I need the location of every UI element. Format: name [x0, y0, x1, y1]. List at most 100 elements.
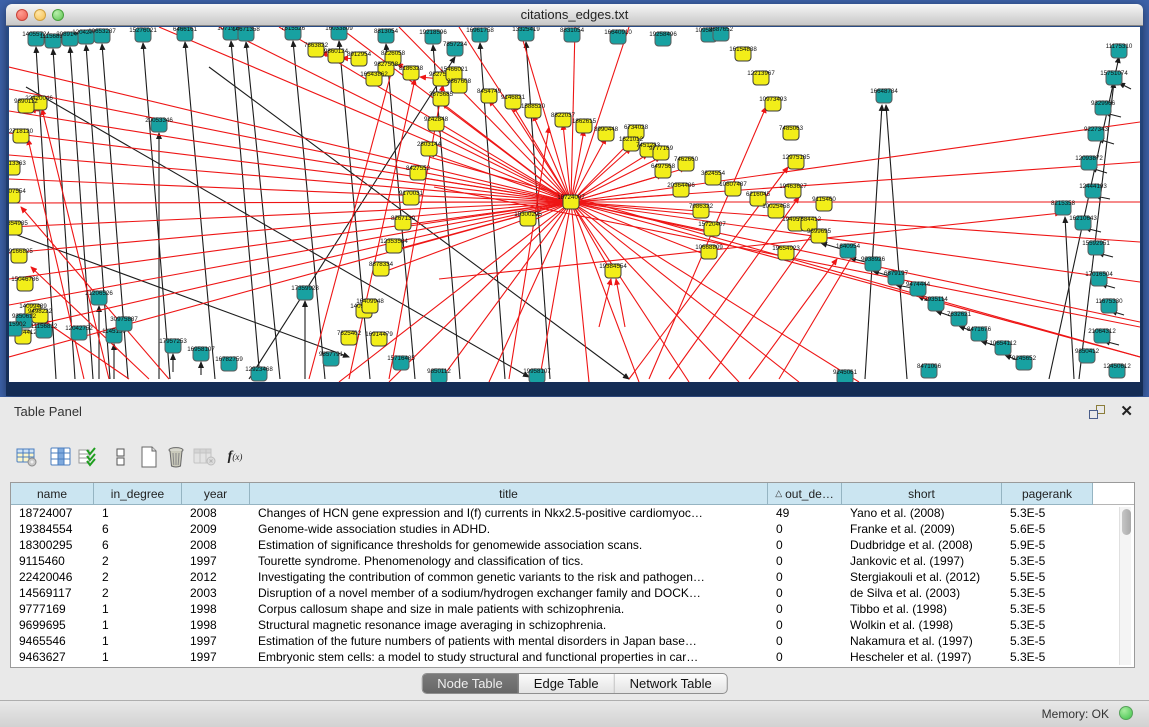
float-panel-icon[interactable] — [1089, 405, 1105, 419]
select-rows-icon[interactable] — [75, 444, 101, 470]
network-node[interactable]: 8471006 — [917, 363, 942, 378]
table-row[interactable]: 1938455462009Genome-wide association stu… — [11, 521, 1134, 537]
network-edge[interactable] — [185, 42, 215, 379]
column-selector-icon[interactable] — [48, 444, 74, 470]
network-node[interactable]: 19258496 — [649, 31, 677, 46]
table-scrollbar[interactable] — [1119, 507, 1131, 665]
network-node[interactable]: 1640954 — [836, 243, 861, 258]
network-node[interactable]: 17016504 — [1085, 271, 1113, 286]
network-node[interactable]: 16648784 — [870, 88, 898, 103]
network-edge[interactable] — [28, 139, 84, 379]
network-node[interactable]: 7986322 — [689, 203, 714, 218]
table-row[interactable]: 977716911998Corpus callosum shape and si… — [11, 601, 1134, 617]
network-edge[interactable] — [709, 227, 817, 379]
network-node[interactable]: 8454749 — [477, 88, 502, 103]
network-edge[interactable] — [231, 41, 260, 379]
citation-edge-from-hub[interactable] — [9, 179, 571, 202]
citation-edge-from-hub[interactable] — [381, 202, 571, 273]
network-edge[interactable] — [749, 259, 837, 379]
network-node[interactable]: 8878334 — [369, 261, 394, 276]
close-panel-icon[interactable]: ✕ — [1120, 402, 1133, 420]
network-node[interactable]: 13325419 — [512, 27, 540, 41]
column-header-short[interactable]: short — [842, 483, 1002, 505]
network-node[interactable]: 19166825 — [9, 248, 33, 263]
table-row[interactable]: 2242004622012Investigating the contribut… — [11, 569, 1134, 585]
network-node[interactable]: 15592951 — [1082, 240, 1110, 255]
table-row[interactable]: 1456911722003Disruption of a novel membe… — [11, 585, 1134, 601]
network-node[interactable]: 8267130 — [391, 215, 416, 230]
network-node[interactable]: 16782759 — [215, 356, 243, 371]
table-row[interactable]: 911546021997Tourette syndrome. Phenomeno… — [11, 553, 1134, 569]
network-node[interactable]: 12093872 — [1075, 155, 1103, 170]
table-row[interactable]: 1872400712008Changes of HCN gene express… — [11, 505, 1134, 521]
network-node[interactable]: 16210643 — [1069, 215, 1097, 230]
citation-edge-from-hub[interactable] — [489, 202, 571, 382]
network-node[interactable]: 9850412 — [1075, 348, 1100, 363]
citation-edge-from-hub[interactable] — [571, 202, 1140, 357]
network-node[interactable]: 1862615 — [572, 118, 597, 133]
table-row[interactable]: 946362711997Embryonic stem cells: a mode… — [11, 649, 1134, 665]
network-node[interactable]: 16154838 — [729, 46, 757, 61]
column-header-pagerank[interactable]: pagerank — [1002, 483, 1093, 505]
table-row[interactable]: 946554611997Estimation of the future num… — [11, 633, 1134, 649]
network-node[interactable]: 9227343 — [1084, 126, 1109, 141]
network-node[interactable]: 8813054 — [374, 28, 399, 43]
citation-edge-from-hub[interactable] — [571, 202, 701, 215]
network-node[interactable]: 2687652 — [709, 27, 734, 41]
citation-edge-from-hub[interactable] — [571, 194, 681, 202]
network-node[interactable]: 16958107 — [187, 346, 215, 361]
table-row[interactable]: 969969511998Structural magnetic resonanc… — [11, 617, 1134, 633]
network-node[interactable]: 1588520 — [521, 103, 546, 118]
network-node[interactable]: 17359928 — [291, 285, 319, 300]
table-settings-icon[interactable] — [14, 444, 40, 470]
network-node[interactable]: 9857791 — [319, 351, 344, 366]
network-edge[interactable] — [246, 42, 280, 379]
network-node[interactable]: 18107554 — [9, 188, 26, 203]
network-node[interactable]: 19384554 — [599, 263, 627, 278]
network-node[interactable]: 9329966 — [1091, 100, 1116, 115]
new-table-icon[interactable] — [136, 444, 162, 470]
network-node[interactable]: 21206526 — [85, 290, 113, 305]
network-node[interactable]: 12444193 — [1079, 183, 1107, 198]
network-node[interactable]: 9777169 — [649, 145, 674, 160]
table-row[interactable]: 1830029562008Estimation of significance … — [11, 537, 1134, 553]
column-header-title[interactable]: title — [250, 483, 768, 505]
network-node[interactable]: 9245652 — [1012, 355, 1037, 370]
network-node[interactable]: 9242848 — [424, 116, 449, 131]
column-header-name[interactable]: name — [11, 483, 94, 505]
network-node[interactable]: 12213967 — [747, 70, 775, 85]
column-header-in_degree[interactable]: in_degree — [94, 483, 182, 505]
network-node[interactable]: 19958107 — [523, 368, 551, 382]
tab-edge-table[interactable]: Edge Table — [519, 674, 615, 693]
network-node[interactable]: 9115460 — [812, 196, 836, 211]
network-node[interactable]: 9474444 — [906, 281, 931, 296]
network-node[interactable]: 6497568 — [651, 163, 676, 178]
citation-edge-from-hub[interactable] — [571, 202, 1140, 322]
network-node[interactable]: 8990448 — [594, 126, 619, 141]
network-node[interactable]: 9699695 — [807, 228, 832, 243]
network-node[interactable]: 2803144 — [417, 141, 442, 156]
network-node[interactable]: 19654935 — [9, 220, 28, 235]
scrollbar-thumb[interactable] — [1122, 509, 1131, 535]
network-node[interactable]: 7615526 — [281, 27, 306, 40]
network-node[interactable]: 17957253 — [159, 338, 187, 353]
network-edge[interactable] — [779, 253, 854, 379]
network-node[interactable]: 15276021 — [129, 27, 157, 42]
network-node[interactable]: 6466161 — [173, 27, 198, 41]
citation-edge-from-hub[interactable] — [9, 202, 571, 331]
network-node[interactable]: 16640910 — [604, 29, 632, 44]
network-node[interactable]: 15751074 — [1100, 70, 1128, 85]
network-node[interactable]: 7462660 — [674, 156, 699, 171]
network-node[interactable]: 11175310 — [1106, 43, 1133, 58]
network-node[interactable]: 10654112 — [989, 340, 1017, 355]
network-edge[interactable] — [865, 105, 882, 379]
network-node[interactable]: 8831054 — [560, 27, 585, 42]
network-edge[interactable] — [293, 41, 325, 379]
network-edge[interactable] — [143, 43, 170, 379]
network-node[interactable]: 16961758 — [466, 27, 494, 42]
network-node[interactable]: 10807487 — [719, 181, 747, 196]
network-edge[interactable] — [509, 127, 549, 379]
network-node[interactable]: 9850112 — [427, 368, 451, 382]
network-node[interactable]: 6879197 — [884, 270, 909, 285]
network-node[interactable]: 9938926 — [861, 256, 886, 271]
